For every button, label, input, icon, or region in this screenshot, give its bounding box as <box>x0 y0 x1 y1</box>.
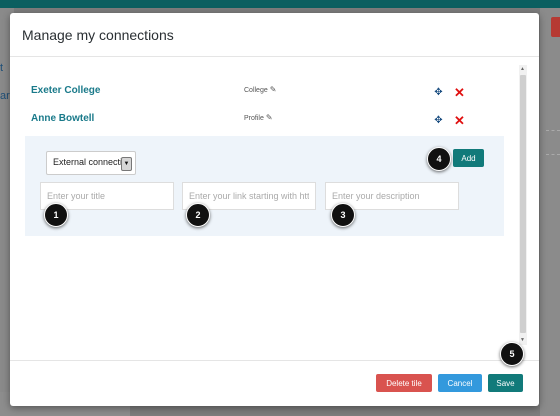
add-button[interactable]: Add <box>453 149 484 167</box>
modal-footer: Delete tile Cancel Save <box>10 360 539 406</box>
connection-type[interactable]: Profile ✎ <box>244 113 273 122</box>
step-marker-2: 2 <box>186 203 210 227</box>
background-divider <box>546 154 560 155</box>
step-marker-5: 5 <box>500 342 524 366</box>
pencil-icon[interactable]: ✎ <box>270 85 277 94</box>
modal-header: Manage my connections <box>10 13 539 57</box>
scroll-up-icon[interactable]: ▲ <box>520 66 525 72</box>
cancel-button[interactable]: Cancel <box>438 374 482 392</box>
manage-connections-modal: Manage my connections Exeter College Col… <box>10 13 539 406</box>
connection-type-label: College <box>244 87 268 94</box>
connection-type[interactable]: College ✎ <box>244 85 276 94</box>
background-left-text: t <box>0 62 4 74</box>
scrollbar-thumb[interactable] <box>520 75 526 333</box>
scroll-down-icon[interactable]: ▼ <box>520 337 525 343</box>
connection-name-link[interactable]: Exeter College <box>31 85 100 96</box>
move-icon[interactable]: ✥ <box>434 88 443 98</box>
pencil-icon[interactable]: ✎ <box>266 113 273 122</box>
delete-tile-button[interactable]: Delete tile <box>376 374 432 392</box>
connection-type-select[interactable]: External connection ▼ <box>46 151 136 175</box>
step-marker-4: 4 <box>427 147 451 171</box>
modal-title: Manage my connections <box>22 27 174 43</box>
caret-down-icon[interactable]: ▼ <box>121 157 132 171</box>
save-button[interactable]: Save <box>488 374 523 392</box>
background-divider <box>546 130 560 131</box>
scrollbar[interactable]: ▲ ▼ <box>519 65 527 345</box>
move-icon[interactable]: ✥ <box>434 116 443 126</box>
step-marker-3: 3 <box>331 203 355 227</box>
background-red-button <box>551 17 560 37</box>
connection-name-link[interactable]: Anne Bowtell <box>31 113 94 124</box>
close-icon[interactable]: ✕ <box>454 86 465 99</box>
connection-type-label: Profile <box>244 115 264 122</box>
step-marker-1: 1 <box>44 203 68 227</box>
background-right-panel <box>540 8 560 416</box>
background-top-bar <box>0 0 560 8</box>
select-value: External connection <box>53 157 121 167</box>
close-icon[interactable]: ✕ <box>454 114 465 127</box>
